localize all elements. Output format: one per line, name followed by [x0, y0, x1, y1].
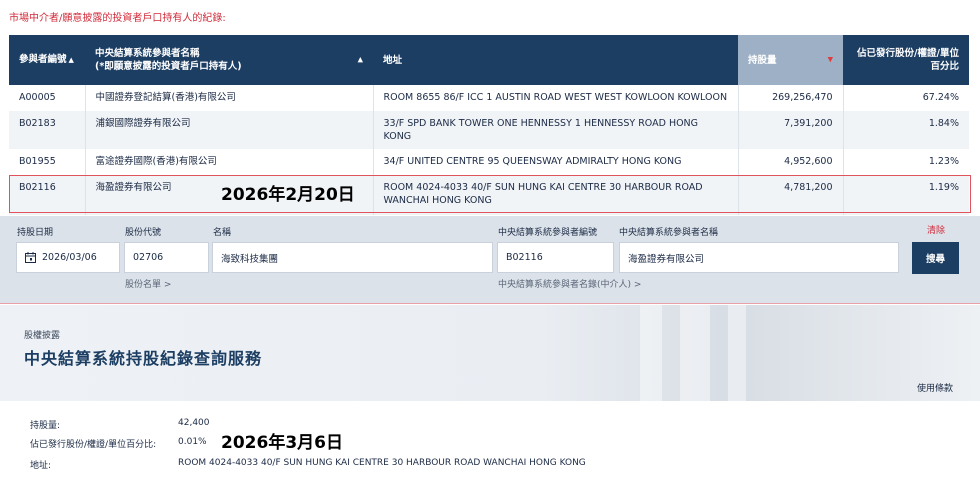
date-annotation-mar6: 2026年3月6日 [221, 433, 343, 453]
sort-down-icon: ▼ [827, 55, 833, 64]
detail-percent-value: 0.01% [178, 437, 207, 447]
date-label: 持股日期 [17, 228, 54, 238]
search-panel: 持股日期 股份代號 名稱 中央結算系統參與者編號 中央結算系統參與者名稱 清除 … [0, 216, 980, 304]
address-cell: ROOM 4024-4033 40/F SUN HUNG KAI CENTRE … [373, 175, 739, 215]
banner-background-decoration [640, 305, 662, 401]
date-annotation-feb20: 2026年2月20日 [221, 185, 355, 205]
percent-cell: 67.24% [843, 85, 969, 111]
sort-up-icon: ▲ [357, 55, 363, 64]
table-header-row: 參與者編號 ▲ 中央結算系統參與者名稱 (*即願意披露的投資者戶口持有人) ▲ 地… [9, 35, 969, 85]
column-header-label: 參與者編號 [19, 54, 67, 65]
shareholding-cell: 4,781,200 [738, 175, 844, 215]
column-header-label: 地址 [383, 54, 403, 66]
detail-address-value: ROOM 4024-4033 40/F SUN HUNG KAI CENTRE … [178, 458, 586, 468]
participant-id-field[interactable]: B02116 [497, 242, 614, 273]
detail-percent-label: 佔已發行股份/權證/單位百分比: [30, 440, 157, 450]
stock-list-link[interactable]: 股份名單 > [125, 277, 171, 290]
column-header-percent[interactable]: 佔已發行股份/權證/單位百分比 [843, 35, 969, 85]
column-header-participant-id[interactable]: 參與者編號 ▲ [9, 35, 85, 85]
banner-background-decoration [728, 305, 746, 401]
date-field-value: 2026/03/06 [42, 252, 97, 263]
address-cell: ROOM 8655 86/F ICC 1 AUSTIN ROAD WEST WE… [373, 85, 739, 111]
date-field[interactable]: 2026/03/06 [16, 242, 120, 273]
stock-code-label: 股份代號 [125, 228, 162, 238]
table-row: A00005 中國證券登記結算(香港)有限公司 ROOM 8655 86/F I… [9, 85, 969, 111]
participant-id-cell: B02116 [9, 175, 86, 215]
clear-link[interactable]: 清除 [927, 223, 945, 236]
address-cell: 33/F SPD BANK TOWER ONE HENNESSY 1 HENNE… [373, 111, 739, 149]
table-row-highlighted: B02116 海盈證券有限公司 ROOM 4024-4033 40/F SUN … [9, 175, 969, 215]
address-cell: 34/F UNITED CENTRE 95 QUEENSWAY ADMIRALT… [373, 149, 739, 175]
participant-name-field[interactable]: 海盈證券有限公司 [619, 242, 899, 273]
percent-cell: 1.84% [843, 111, 969, 149]
table-row: B01955 富途證券國際(香港)有限公司 34/F UNITED CENTRE… [9, 149, 969, 175]
column-header-address[interactable]: 地址 [373, 35, 738, 85]
calendar-icon [25, 252, 36, 263]
stock-name-label: 名稱 [213, 228, 232, 238]
table-row: B02183 浦銀國際證券有限公司 33/F SPD BANK TOWER ON… [9, 111, 969, 149]
banner-subtitle: 股權披露 [24, 331, 61, 341]
participant-id-label: 中央結算系統參與者編號 [498, 228, 598, 238]
column-header-shareholding[interactable]: 持股量 ▼ [738, 35, 843, 85]
participant-name-cell: 中國證券登記結算(香港)有限公司 [85, 85, 374, 111]
participant-list-link[interactable]: 中央結算系統參與者名錄(中介人) > [498, 277, 641, 290]
column-header-note: (*即願意披露的投資者戶口持有人) [95, 61, 242, 72]
banner-background-decoration [680, 305, 710, 401]
search-button[interactable]: 搜尋 [912, 242, 959, 274]
detail-address-label: 地址: [30, 461, 52, 471]
participant-id-cell: A00005 [9, 85, 86, 111]
shareholding-table: 參與者編號 ▲ 中央結算系統參與者名稱 (*即願意披露的投資者戶口持有人) ▲ 地… [9, 35, 969, 215]
stock-code-field[interactable]: 02706 [124, 242, 209, 273]
records-intro-text: 市場中介者/願意披露的投資者戶口持有人的紀錄: [9, 13, 226, 24]
participant-id-cell: B02183 [9, 111, 86, 149]
participant-name-label: 中央結算系統參與者名稱 [619, 228, 719, 238]
participant-id-cell: B01955 [9, 149, 86, 175]
participant-name-cell: 浦銀國際證券有限公司 [85, 111, 374, 149]
page-banner: 股權披露 中央結算系統持股紀錄查詢服務 使用條款 [0, 305, 980, 401]
sort-up-icon: ▲ [68, 56, 74, 64]
participant-name-cell: 富途證券國際(香港)有限公司 [85, 149, 374, 175]
detail-shareholding-label: 持股量: [30, 421, 61, 431]
terms-of-use-link[interactable]: 使用條款 [917, 381, 953, 394]
stock-name-field[interactable]: 海致科技集團 [212, 242, 493, 273]
shareholding-cell: 7,391,200 [738, 111, 844, 149]
column-header-participant-name[interactable]: 中央結算系統參與者名稱 (*即願意披露的投資者戶口持有人) ▲ [85, 35, 373, 85]
shareholding-cell: 269,256,470 [738, 85, 844, 111]
page-title: 中央結算系統持股紀錄查詢服務 [24, 349, 263, 368]
shareholding-cell: 4,952,600 [738, 149, 844, 175]
column-header-label: 中央結算系統參與者名稱 [95, 48, 200, 59]
detail-shareholding-value: 42,400 [178, 418, 210, 428]
percent-cell: 1.23% [843, 149, 969, 175]
column-header-label: 持股量 [748, 54, 777, 66]
percent-cell: 1.19% [843, 175, 969, 215]
column-header-label: 佔已發行股份/權證/單位百分比 [857, 48, 959, 72]
